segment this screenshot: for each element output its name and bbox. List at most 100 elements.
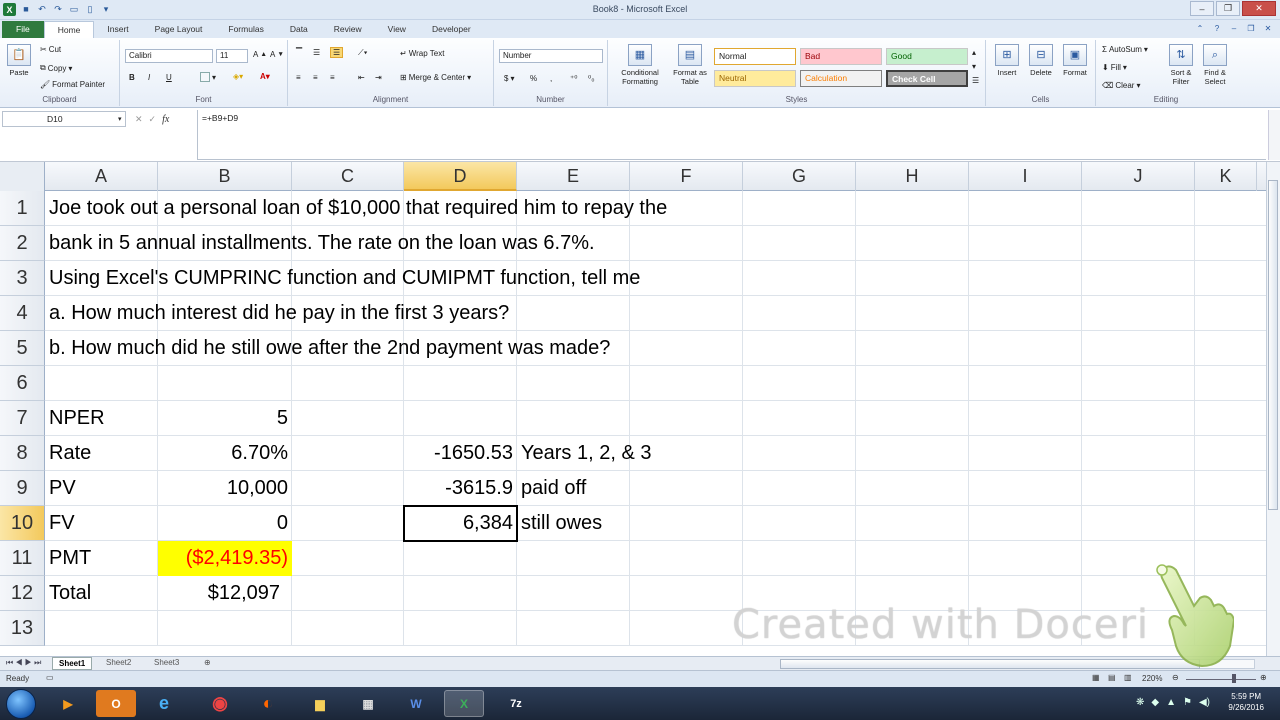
increase-decimal-icon[interactable]: ⁺⁰ bbox=[570, 74, 577, 83]
cell-e9[interactable]: paid off bbox=[517, 471, 630, 506]
sheet-tab-1[interactable]: Sheet1 bbox=[52, 657, 93, 670]
column-header-f[interactable]: F bbox=[630, 162, 743, 191]
column-header-a[interactable]: A bbox=[45, 162, 158, 191]
cell-a7[interactable]: NPER bbox=[45, 401, 158, 436]
row-header[interactable]: 7 bbox=[0, 401, 45, 436]
tab-review[interactable]: Review bbox=[321, 21, 375, 38]
formula-input[interactable]: =+B9+D9 bbox=[197, 110, 1266, 160]
clear-button[interactable]: ⌫ Clear ▾ bbox=[1102, 81, 1140, 90]
cell-a4[interactable]: a. How much interest did he pay in the f… bbox=[45, 296, 509, 331]
format-cells-button[interactable]: ▣ Format bbox=[1058, 44, 1092, 77]
number-format-select[interactable]: Number bbox=[499, 49, 603, 63]
find-select-button[interactable]: ⌕ Find & Select bbox=[1198, 44, 1232, 86]
tray-icon-2[interactable]: ◆ bbox=[1151, 697, 1159, 708]
font-color-icon[interactable]: A▾ bbox=[260, 72, 270, 81]
row-header[interactable]: 6 bbox=[0, 366, 45, 401]
styles-scroll-up-icon[interactable]: ▴ bbox=[972, 48, 976, 57]
cell-b11[interactable]: ($2,419.35) bbox=[158, 541, 292, 576]
column-header-h[interactable]: H bbox=[856, 162, 969, 191]
merge-center-button[interactable]: ⊞ Merge & Center ▾ bbox=[400, 73, 471, 82]
align-center-icon[interactable]: ≡ bbox=[313, 73, 318, 82]
zoom-slider[interactable] bbox=[1186, 679, 1256, 680]
formula-bar-scroll[interactable] bbox=[1268, 110, 1280, 160]
column-header-k[interactable]: K bbox=[1195, 162, 1257, 191]
font-size-select[interactable]: 11 bbox=[216, 49, 248, 63]
grow-font-button[interactable]: A ▲ bbox=[253, 50, 267, 59]
cell-a13[interactable] bbox=[45, 611, 158, 646]
column-header-d[interactable]: D bbox=[404, 162, 517, 191]
column-header-c[interactable]: C bbox=[292, 162, 404, 191]
conditional-formatting-button[interactable]: ▦ Conditional Formatting bbox=[614, 44, 666, 86]
zoom-out-icon[interactable]: ⊖ bbox=[1172, 673, 1179, 682]
cut-button[interactable]: ✂ Cut bbox=[40, 45, 61, 54]
paste-button[interactable]: 📋 Paste bbox=[2, 44, 36, 77]
name-box[interactable]: D10 bbox=[2, 111, 126, 127]
column-header-j[interactable]: J bbox=[1082, 162, 1195, 191]
styles-scroll-down-icon[interactable]: ▾ bbox=[972, 62, 976, 71]
align-top-icon[interactable]: ▔ bbox=[296, 48, 302, 57]
tab-developer[interactable]: Developer bbox=[419, 21, 484, 38]
percent-button[interactable]: % bbox=[530, 74, 537, 83]
tab-formulas[interactable]: Formulas bbox=[215, 21, 276, 38]
insert-sheet-icon[interactable]: ⊕ bbox=[198, 657, 217, 670]
sheet-tab-2[interactable]: Sheet2 bbox=[100, 657, 137, 670]
borders-icon[interactable]: ▾ bbox=[200, 72, 216, 82]
sort-filter-button[interactable]: ⇅ Sort & Filter bbox=[1164, 44, 1198, 86]
decrease-indent-icon[interactable]: ⇤ bbox=[358, 73, 365, 82]
insert-cells-button[interactable]: ⊞ Insert bbox=[990, 44, 1024, 77]
cell-d9[interactable]: -3615.9 bbox=[404, 471, 517, 506]
decrease-decimal-icon[interactable]: ⁰₀ bbox=[588, 74, 595, 83]
bold-button[interactable]: B bbox=[129, 73, 135, 82]
row-header[interactable]: 3 bbox=[0, 261, 45, 296]
firefox-icon[interactable]: ◐ bbox=[248, 690, 288, 717]
cell-d8[interactable]: -1650.53 bbox=[404, 436, 517, 471]
cell-e10[interactable]: still owes bbox=[517, 506, 630, 541]
normal-view-icon[interactable]: ▦ bbox=[1092, 673, 1100, 682]
copy-button[interactable]: ⧉ Copy ▾ bbox=[40, 63, 72, 73]
cell-e8[interactable]: Years 1, 2, & 3 bbox=[517, 436, 651, 471]
style-check-cell[interactable]: Check Cell bbox=[886, 70, 968, 87]
start-button-icon[interactable] bbox=[6, 689, 36, 719]
underline-button[interactable]: U bbox=[166, 73, 172, 82]
tab-data[interactable]: Data bbox=[277, 21, 321, 38]
minimize-ribbon-icon[interactable]: ⌃ bbox=[1194, 22, 1206, 34]
tab-insert[interactable]: Insert bbox=[94, 21, 141, 38]
taskbar-clock[interactable]: 5:59 PM 9/26/2016 bbox=[1228, 691, 1264, 713]
style-normal[interactable]: Normal bbox=[714, 48, 796, 65]
column-header-g[interactable]: G bbox=[743, 162, 856, 191]
zoom-in-icon[interactable]: ⊕ bbox=[1260, 673, 1267, 682]
page-break-view-icon[interactable]: ▥ bbox=[1124, 673, 1132, 682]
cell-b12[interactable]: $12,097 bbox=[158, 576, 292, 611]
vertical-scroll-thumb[interactable] bbox=[1268, 180, 1278, 510]
shrink-font-button[interactable]: A ▼ bbox=[270, 50, 284, 59]
restore-workbook-icon[interactable]: ❐ bbox=[1245, 22, 1257, 34]
word-icon[interactable]: W bbox=[396, 690, 436, 717]
row-header[interactable]: 10 bbox=[0, 506, 45, 541]
outlook-icon[interactable]: O bbox=[96, 690, 136, 717]
column-header-e[interactable]: E bbox=[517, 162, 630, 191]
tab-page-layout[interactable]: Page Layout bbox=[142, 21, 216, 38]
help-icon[interactable]: ? bbox=[1211, 22, 1223, 34]
close-button[interactable]: ✕ bbox=[1242, 1, 1276, 16]
row-header[interactable]: 9 bbox=[0, 471, 45, 506]
cell-b9[interactable]: 10,000 bbox=[158, 471, 292, 506]
chrome-icon[interactable]: ◉ bbox=[200, 690, 240, 717]
restore-button[interactable]: ❐ bbox=[1216, 1, 1240, 16]
sheet-tab-3[interactable]: Sheet3 bbox=[148, 657, 185, 670]
zoom-level[interactable]: 220% bbox=[1142, 674, 1162, 683]
format-as-table-button[interactable]: ▤ Format as Table bbox=[668, 44, 712, 86]
column-header-i[interactable]: I bbox=[969, 162, 1082, 191]
tab-file[interactable]: File bbox=[2, 21, 44, 38]
excel-taskbar-icon[interactable]: X bbox=[444, 690, 484, 717]
cell-b8[interactable]: 6.70% bbox=[158, 436, 292, 471]
worksheet-grid[interactable]: ABCDEFGHIJK 1 Joe took out a personal loa… bbox=[0, 162, 1266, 656]
fill-button[interactable]: ⬇ Fill ▾ bbox=[1102, 63, 1127, 72]
zoom-slider-thumb[interactable] bbox=[1232, 674, 1236, 683]
styles-more-icon[interactable]: ☰ bbox=[972, 76, 979, 85]
cell-a6[interactable] bbox=[45, 366, 158, 401]
minimize-workbook-icon[interactable]: – bbox=[1228, 22, 1240, 34]
increase-indent-icon[interactable]: ⇥ bbox=[375, 73, 382, 82]
row-header[interactable]: 1 bbox=[0, 191, 45, 226]
active-cell-d10[interactable] bbox=[403, 505, 518, 542]
cell-a8[interactable]: Rate bbox=[45, 436, 158, 471]
